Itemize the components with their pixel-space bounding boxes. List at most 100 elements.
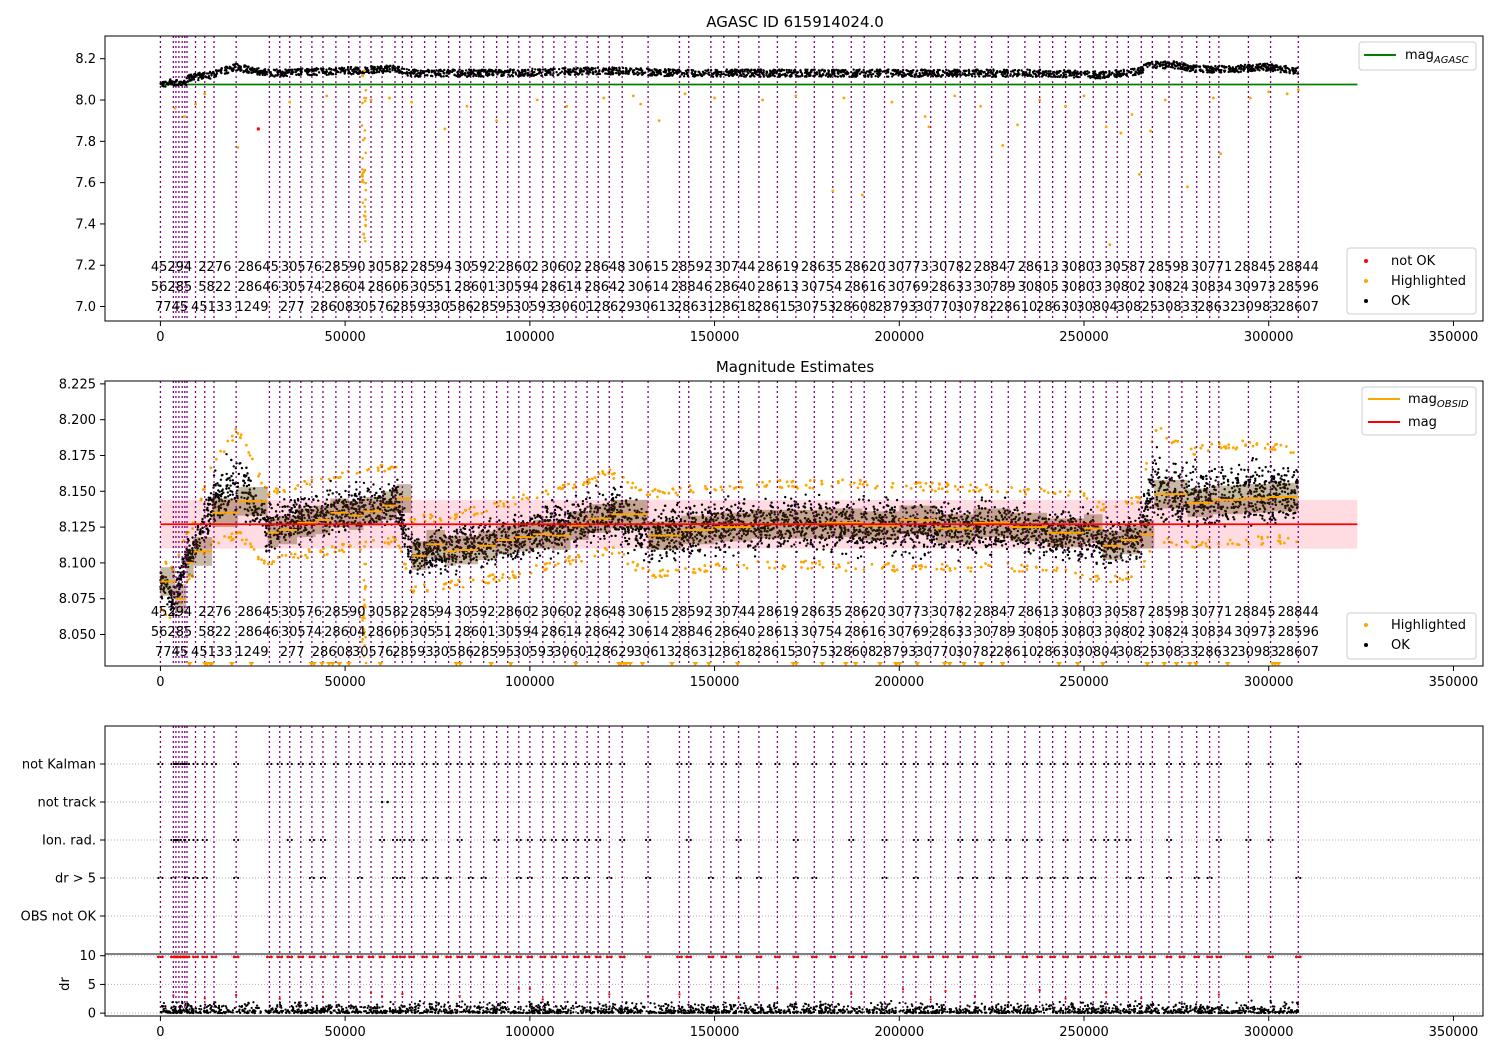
ok-point	[940, 505, 943, 509]
ok-point	[551, 74, 554, 77]
ok-point	[439, 69, 443, 73]
ok-point	[562, 67, 566, 70]
highlighted-point	[1108, 243, 1112, 246]
highlighted-point	[768, 566, 771, 570]
highlighted-point	[883, 563, 887, 567]
highlighted-point	[438, 517, 442, 520]
ok-point	[1181, 67, 1184, 71]
ok-point	[984, 537, 987, 541]
ok-point	[557, 67, 561, 71]
ok-point	[469, 73, 473, 76]
not-ok-point	[256, 127, 260, 131]
highlighted-point	[520, 497, 524, 501]
highlighted-point	[544, 489, 548, 493]
ok-point	[878, 68, 881, 72]
highlighted-point	[173, 106, 177, 110]
ok-point	[437, 70, 440, 73]
ok-point	[336, 70, 340, 74]
highlighted-point	[720, 488, 724, 492]
ok-point	[1195, 64, 1198, 67]
ok-point	[765, 74, 768, 77]
ok-point	[862, 68, 865, 72]
top-0-xtick-label: 150000	[690, 330, 740, 345]
ok-point	[1141, 68, 1144, 71]
highlighted-point	[1095, 505, 1099, 509]
ok-point	[932, 545, 936, 548]
highlighted-point	[953, 484, 957, 488]
ok-point	[1164, 64, 1168, 68]
highlighted-point	[1068, 490, 1072, 494]
highlighted-point	[263, 559, 266, 563]
highlighted-point	[927, 125, 931, 129]
highlighted-point	[732, 486, 736, 490]
ok-point	[1122, 72, 1125, 76]
highlighted-point	[1082, 492, 1086, 495]
ok-point	[994, 74, 997, 78]
ok-point	[190, 79, 193, 82]
obsid-label: 30551	[411, 280, 452, 295]
highlighted-point	[364, 239, 367, 243]
ok-point	[219, 478, 223, 482]
highlighted-point	[1235, 446, 1239, 449]
highlighted-point	[924, 482, 928, 485]
ok-point	[451, 68, 454, 72]
ok-point	[587, 73, 590, 76]
ok-point	[787, 71, 790, 74]
highlighted-point	[360, 124, 364, 127]
ok-point	[327, 493, 330, 496]
ok-point	[456, 71, 459, 74]
ok-point	[160, 82, 163, 85]
highlighted-point	[961, 485, 964, 489]
ok-point	[263, 68, 266, 71]
ok-point	[1137, 73, 1140, 76]
highlighted-point	[601, 553, 605, 557]
obsid-label: 28620	[844, 260, 885, 275]
highlighted-point	[292, 555, 296, 559]
highlighted-point	[341, 542, 344, 546]
ok-point	[938, 68, 941, 72]
top-ytick-label: 8.2	[75, 52, 96, 67]
highlighted-point	[502, 502, 505, 506]
ok-point	[238, 65, 241, 68]
ok-point	[948, 74, 951, 77]
highlighted-point	[1058, 490, 1062, 494]
highlighted-point	[567, 559, 571, 563]
highlighted-point	[413, 517, 417, 521]
ok-point	[1231, 69, 1234, 73]
ok-point	[901, 68, 905, 72]
ok-point	[1171, 62, 1175, 65]
top-ytick-label: 7.6	[75, 176, 96, 191]
ok-point	[491, 73, 494, 76]
ok-point	[1038, 71, 1041, 74]
ok-point	[538, 68, 541, 71]
ok-point	[356, 66, 360, 70]
obsid-label: 30973	[1234, 280, 1275, 295]
highlighted-point	[1085, 496, 1089, 500]
highlighted-point	[1199, 446, 1203, 450]
ok-point	[850, 70, 853, 74]
ok-point	[714, 68, 717, 72]
ok-point	[1005, 75, 1008, 78]
highlighted-point	[890, 485, 894, 489]
ok-point	[247, 483, 251, 487]
highlighted-point	[1001, 144, 1005, 147]
ok-point	[534, 516, 537, 519]
ok-point	[913, 75, 916, 78]
ok-point	[1139, 66, 1142, 69]
highlighted-point	[610, 552, 614, 555]
ok-point	[667, 69, 671, 73]
ok-point	[547, 68, 550, 72]
obsid-label: 30770	[915, 300, 956, 315]
ok-point	[738, 70, 742, 74]
highlighted-point	[1175, 543, 1178, 547]
ok-point	[526, 71, 530, 75]
ok-point	[1061, 75, 1064, 79]
ok-point	[1212, 67, 1216, 70]
top-0-xtick-label: 0	[156, 330, 164, 345]
ok-point	[265, 73, 269, 76]
ok-point	[1148, 62, 1152, 66]
highlighted-point	[821, 565, 825, 569]
ok-point	[198, 73, 201, 77]
ok-point	[576, 66, 579, 70]
highlighted-point	[704, 487, 708, 490]
